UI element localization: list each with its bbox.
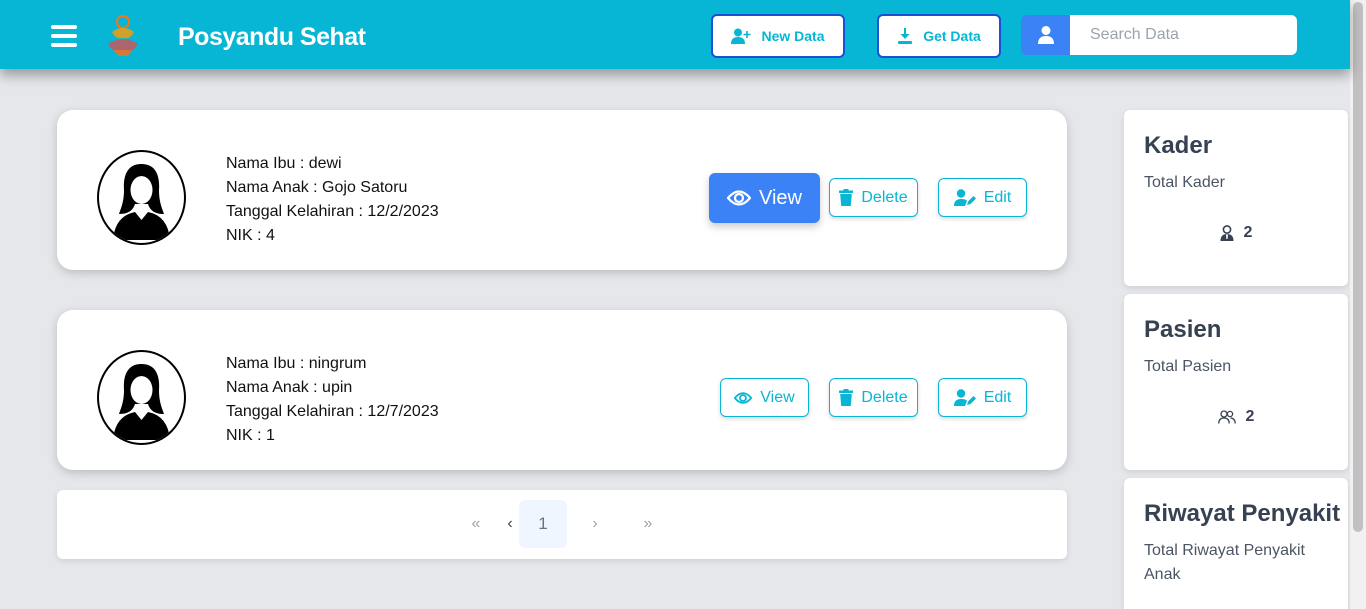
- navbar: Posyandu Sehat New Data Get Data: [0, 0, 1350, 69]
- first-page-button[interactable]: «: [462, 500, 490, 548]
- view-label: View: [759, 186, 802, 209]
- avatar-female-icon: [97, 150, 186, 245]
- trash-icon: [839, 389, 854, 406]
- view-label: View: [760, 388, 795, 406]
- user-plus-icon: [731, 28, 751, 44]
- download-icon: [898, 28, 913, 44]
- edit-button[interactable]: Edit: [938, 378, 1027, 417]
- user-tie-icon: [1220, 225, 1234, 241]
- delete-button[interactable]: Delete: [829, 178, 918, 217]
- user-icon: [1021, 15, 1070, 55]
- next-page-button[interactable]: ›: [582, 500, 608, 548]
- stat-count-row: 2: [1124, 224, 1348, 242]
- trash-icon: [839, 189, 854, 206]
- tanggal-kelahiran: Tanggal Kelahiran : 12/2/2023: [226, 203, 439, 220]
- stat-subtitle: Total Kader: [1144, 174, 1225, 191]
- posyandu-logo: [102, 14, 144, 58]
- nik: NIK : 1: [226, 427, 275, 444]
- new-data-button[interactable]: New Data: [711, 14, 845, 58]
- record-card: Nama Ibu : dewi Nama Anak : Gojo Satoru …: [57, 110, 1067, 270]
- stat-card-kader: Kader Total Kader 2: [1124, 110, 1348, 286]
- edit-label: Edit: [983, 188, 1012, 206]
- page-1-button[interactable]: 1: [519, 500, 567, 548]
- new-data-label: New Data: [761, 28, 825, 44]
- view-button[interactable]: View: [720, 378, 809, 417]
- stat-subtitle: Total Riwayat Penyakit Anak: [1144, 542, 1305, 583]
- stat-title: Riwayat Penyakit: [1144, 500, 1341, 527]
- get-data-label: Get Data: [923, 28, 981, 44]
- hamburger-icon[interactable]: [51, 25, 77, 47]
- stat-count: 2: [1243, 224, 1253, 241]
- edit-label: Edit: [983, 388, 1012, 406]
- stat-count-row: 2: [1124, 408, 1348, 426]
- tanggal-kelahiran: Tanggal Kelahiran : 12/7/2023: [226, 403, 439, 420]
- stat-subtitle: Total Pasien: [1144, 358, 1232, 375]
- users-icon: [1217, 410, 1236, 424]
- stat-title: Pasien: [1144, 316, 1222, 343]
- stat-card-pasien: Pasien Total Pasien 2: [1124, 294, 1348, 470]
- nama-ibu: Nama Ibu : dewi: [226, 155, 342, 172]
- delete-label: Delete: [861, 388, 908, 406]
- record-card: Nama Ibu : ningrum Nama Anak : upin Tang…: [57, 310, 1067, 470]
- search-bar: [1021, 15, 1297, 55]
- scrollbar-thumb[interactable]: [1353, 2, 1363, 532]
- eye-icon: [727, 190, 751, 206]
- nama-anak: Nama Anak : upin: [226, 379, 353, 396]
- last-page-button[interactable]: »: [634, 500, 662, 548]
- user-edit-icon: [953, 189, 976, 206]
- get-data-button[interactable]: Get Data: [877, 14, 1001, 58]
- delete-button[interactable]: Delete: [829, 378, 918, 417]
- stat-count: 2: [1245, 408, 1255, 425]
- record-info: Nama Ibu : dewi Nama Anak : Gojo Satoru …: [226, 152, 439, 248]
- nik: NIK : 4: [226, 227, 275, 244]
- page-scrollbar[interactable]: [1350, 0, 1366, 609]
- eye-icon: [734, 391, 753, 404]
- brand-title: Posyandu Sehat: [178, 23, 366, 51]
- search-input[interactable]: [1070, 15, 1297, 55]
- avatar-female-icon: [97, 350, 186, 445]
- edit-button[interactable]: Edit: [938, 178, 1027, 217]
- nama-ibu: Nama Ibu : ningrum: [226, 355, 367, 372]
- stat-title: Kader: [1144, 132, 1213, 159]
- pagination: « ‹ 1 › »: [57, 490, 1067, 559]
- user-edit-icon: [953, 389, 976, 406]
- delete-label: Delete: [861, 188, 908, 206]
- nama-anak: Nama Anak : Gojo Satoru: [226, 179, 408, 196]
- view-button[interactable]: View: [709, 173, 820, 223]
- stat-card-riwayat-penyakit: Riwayat Penyakit Total Riwayat Penyakit …: [1124, 478, 1348, 609]
- record-info: Nama Ibu : ningrum Nama Anak : upin Tang…: [226, 352, 439, 448]
